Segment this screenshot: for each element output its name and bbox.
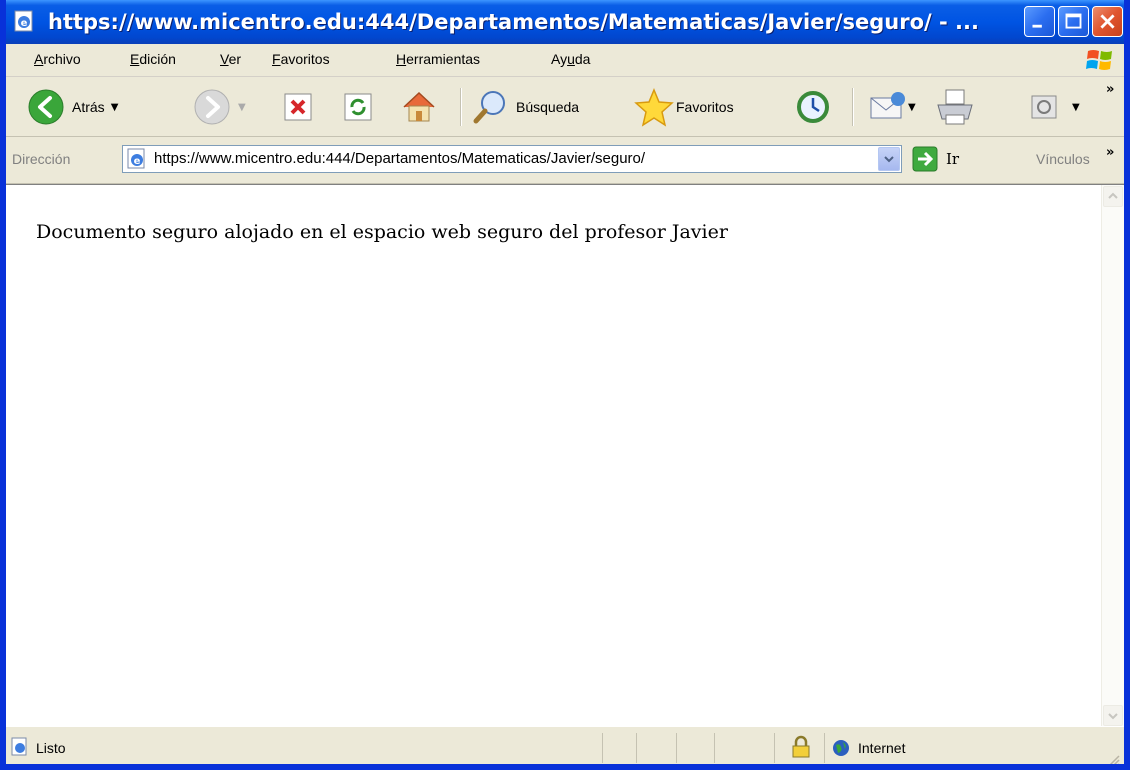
chevron-up-icon [1108,192,1118,199]
back-button-label: Atrás [72,99,105,115]
go-button-label: Ir [946,150,960,168]
menu-edicion[interactable]: Edición [130,51,176,67]
menu-archivo-label: Archivo [34,51,81,67]
go-arrow-icon [912,146,938,172]
status-text: Listo [36,740,66,756]
forward-arrow-icon [194,89,230,125]
refresh-button[interactable] [342,85,374,129]
search-button-label: Búsqueda [516,99,580,115]
go-button[interactable]: Ir [912,145,959,173]
menu-herramientas-label: Herramientas [396,51,481,67]
research-icon [1031,95,1057,119]
document-text: Documento seguro alojado en el espacio w… [36,221,728,243]
ie-page-icon [11,737,27,756]
chevron-down-icon[interactable]: ▼ [908,102,916,113]
toolbar-separator [852,88,854,126]
forward-button[interactable]: ▼ [192,85,246,129]
menu-archivo[interactable]: Archivo [34,51,81,67]
close-button[interactable] [1092,6,1123,37]
back-button[interactable]: Atrás ▼ [26,85,118,129]
menu-ver[interactable]: Ver [220,51,241,67]
history-button[interactable] [794,85,832,129]
toolbar-separator [460,88,462,126]
buttons-row: Atrás ▼ ▼ Búsqueda Favoritos ▼ ▼ » [6,78,1124,137]
address-url: https://www.micentro.edu:444/Departament… [154,150,646,167]
chevron-down-icon[interactable]: ▼ [111,102,119,113]
mail-button[interactable]: ▼ [868,85,916,129]
mail-icon [870,92,905,119]
search-icon [473,91,505,124]
browser-window: e https://www.micentro.edu:444/Departame… [0,0,1130,770]
minimize-icon [1032,24,1042,28]
home-icon [403,91,435,122]
back-arrow-icon [28,89,64,125]
stop-icon [284,93,312,121]
standard-toolbar: Atrás ▼ ▼ Búsqueda Favoritos ▼ ▼ » Direc… [6,78,1124,184]
search-button[interactable]: Búsqueda [472,85,579,129]
menu-bar: Archivo Edición Ver Favoritos Herramient… [6,44,1124,77]
status-pane [602,733,636,763]
links-label[interactable]: Vínculos [1036,151,1090,167]
address-dropdown-button[interactable] [878,147,900,171]
research-button[interactable]: ▼ [1030,85,1080,129]
security-zone-label: Internet [858,740,906,756]
ie-page-icon: e [127,148,145,169]
minimize-button[interactable] [1024,6,1055,37]
maximize-button[interactable] [1058,6,1089,37]
status-pane [676,733,714,763]
menu-herramientas[interactable]: Herramientas [396,51,480,67]
resize-grip-icon[interactable] [1106,753,1120,767]
menu-favoritos-label: Favoritos [272,51,330,67]
home-button[interactable] [400,85,438,129]
refresh-icon [344,93,372,121]
menu-edicion-label: Edición [130,51,176,67]
chevron-down-icon[interactable]: ▼ [1072,102,1080,113]
page-content: Documento seguro alojado en el espacio w… [6,184,1124,727]
globe-icon [833,740,849,756]
menu-ayuda[interactable]: Ayuda [551,51,590,67]
close-icon [1100,14,1115,29]
address-input[interactable]: e https://www.micentro.edu:444/Departame… [122,145,902,173]
status-pane [714,733,774,763]
star-icon [634,88,674,127]
scroll-down-button[interactable] [1103,705,1123,726]
ie-page-icon: e [14,10,33,32]
menu-ayuda-label: Ayuda [551,51,591,67]
scroll-up-button[interactable] [1103,186,1123,207]
favorites-button-label: Favoritos [676,99,734,115]
status-bar: Listo Internet [6,726,1124,767]
stop-button[interactable] [282,85,314,129]
chevron-down-icon[interactable]: ▼ [238,102,246,113]
title-bar[interactable]: e https://www.micentro.edu:444/Departame… [6,0,1124,44]
vertical-scrollbar[interactable] [1101,185,1124,727]
maximize-icon [1065,13,1082,29]
windows-logo-icon [1086,50,1112,70]
svg-text:e: e [21,18,28,29]
svg-text:e: e [134,156,141,167]
chevron-down-icon [1108,713,1118,720]
address-label: Dirección [12,151,71,167]
window-title: https://www.micentro.edu:444/Departament… [48,10,979,34]
favorites-button[interactable]: Favoritos [634,85,734,129]
toolbar-overflow-icon[interactable]: » [1106,82,1114,97]
print-button[interactable] [934,85,976,129]
address-bar: Dirección e https://www.micentro.edu:444… [6,137,1124,184]
links-overflow-icon[interactable]: » [1106,145,1114,160]
history-icon [797,91,829,123]
menu-favoritos[interactable]: Favoritos [272,51,330,67]
menu-ver-label: Ver [220,51,242,67]
lock-icon[interactable] [791,735,811,759]
chevron-down-icon [884,156,894,163]
status-pane [636,733,676,763]
printer-icon [937,89,973,125]
